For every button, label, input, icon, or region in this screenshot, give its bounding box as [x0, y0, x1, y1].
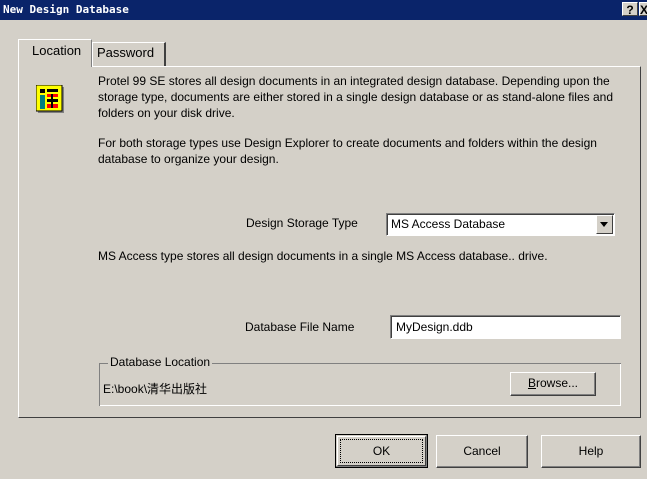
database-location-title: Database Location: [108, 355, 213, 369]
database-file-name-input[interactable]: MyDesign.ddb: [390, 315, 621, 339]
file-name-value: MyDesign.ddb: [396, 320, 473, 334]
storage-type-select[interactable]: MS Access Database: [386, 213, 615, 236]
ok-button[interactable]: OK: [335, 434, 428, 468]
browse-mnemonic: B: [527, 376, 536, 390]
help-button[interactable]: Help: [541, 435, 641, 468]
ok-label: OK: [372, 444, 391, 458]
database-location-group: Database Location E:\book\清华出版社 Browse..…: [99, 355, 621, 406]
explorer-note-text: For both storage types use Design Explor…: [98, 136, 597, 166]
browse-label: rowse...: [536, 376, 579, 390]
database-location-path: E:\book\清华出版社: [103, 382, 208, 396]
storage-description-text: MS Access type stores all design documen…: [98, 249, 548, 263]
cancel-button[interactable]: Cancel: [436, 435, 528, 468]
file-name-label: Database File Name: [245, 320, 355, 334]
tab-location[interactable]: Location: [18, 39, 92, 67]
help-question-button[interactable]: ?: [622, 2, 638, 17]
storage-type-value: MS Access Database: [391, 217, 506, 231]
tab-password[interactable]: Password: [92, 42, 166, 66]
title-bar[interactable]: New Design Database ? X: [0, 0, 647, 20]
storage-type-label: Design Storage Type: [246, 216, 358, 230]
dialog-title: New Design Database: [3, 3, 129, 16]
new-design-database-dialog: New Design Database ? X Location Passwor…: [0, 0, 647, 479]
design-database-icon: [35, 84, 66, 115]
close-button[interactable]: X: [639, 2, 647, 17]
chevron-down-icon: [600, 222, 608, 227]
storage-type-dropdown-button[interactable]: [596, 215, 613, 234]
location-panel: Protel 99 SE stores all design documents…: [18, 66, 641, 418]
intro-text: Protel 99 SE stores all design documents…: [98, 74, 613, 120]
browse-button[interactable]: Browse...: [510, 372, 596, 396]
